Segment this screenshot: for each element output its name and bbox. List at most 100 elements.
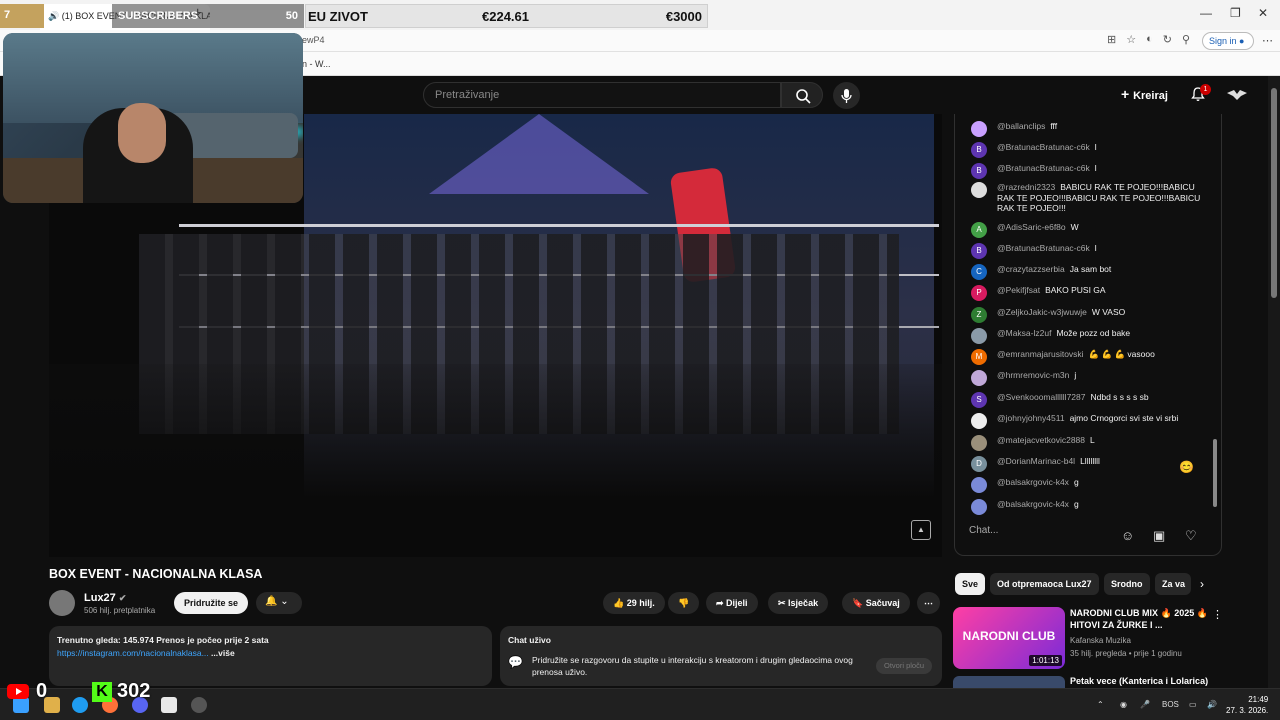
chat-author[interactable]: @ballanclips (997, 121, 1045, 131)
volume-icon[interactable]: 🔊 (1207, 700, 1217, 709)
clip-button[interactable]: ✂ Isječak (768, 592, 829, 614)
chip-all[interactable]: Sve (955, 573, 986, 595)
super-chat-icon[interactable]: ▣ (1153, 528, 1165, 544)
minimize-icon[interactable]: — (1200, 6, 1212, 20)
system-clock[interactable]: 21:49 27. 3. 2026. (1226, 694, 1268, 716)
chat-avatar[interactable] (971, 499, 987, 515)
recommended-thumbnail[interactable] (953, 676, 1065, 688)
chat-author[interactable]: @Maksa-lz2uf (997, 328, 1051, 338)
chip-from-uploader[interactable]: Od otpremaoca Lux27 (990, 573, 1099, 595)
chat-message[interactable]: @johnyjohny4511 ajmo Crnogorci svi ste vi… (971, 413, 1203, 429)
more-icon[interactable]: ⋯ (1262, 34, 1273, 47)
url-field[interactable]: ewP4 (302, 35, 325, 45)
chat-scrollbar[interactable] (1213, 439, 1217, 507)
chat-avatar[interactable]: C (971, 264, 987, 280)
chat-avatar[interactable] (971, 435, 987, 451)
chat-author[interactable]: @AdisSaric-e6f8o (997, 222, 1066, 232)
create-button[interactable]: + Kreiraj (1121, 86, 1168, 102)
more-actions-button[interactable]: ⋯ (917, 592, 940, 614)
chat-avatar[interactable]: B (971, 163, 987, 179)
chat-message[interactable]: @hrmremovic-m3n j (971, 370, 1203, 386)
monitor-icon[interactable]: ▭ (1189, 700, 1197, 709)
chat-author[interactable]: @BratunacBratunac-c6k (997, 163, 1090, 173)
chat-author[interactable]: @crazytazzserbia (997, 264, 1065, 274)
app-icon[interactable]: ⊞ (1107, 33, 1116, 46)
chat-author[interactable]: @balsakrgovic-k4x (997, 477, 1069, 487)
chat-author[interactable]: @Svenkooomallllll7287 (997, 392, 1085, 402)
refresh-icon[interactable]: ↻ (1163, 33, 1172, 46)
chat-message[interactable]: @ballanclips fff (971, 121, 1203, 137)
chat-avatar[interactable]: S (971, 392, 987, 408)
extension-icon[interactable]: ◐ (1146, 33, 1153, 46)
chat-message[interactable]: D @DorianMarinac-b4l Lllllllll (971, 456, 1203, 472)
more-vertical-icon[interactable]: ⋮ (1212, 608, 1223, 621)
dislike-button[interactable]: 👎 (668, 592, 700, 614)
chat-message[interactable]: B @BratunacBratunac-c6k l (971, 243, 1203, 259)
recommended-title[interactable]: Petak vece (Kanterica i Lolarica) (1070, 676, 1208, 686)
emoji-picker-icon[interactable]: ☺ (1121, 528, 1134, 543)
chat-avatar[interactable] (971, 413, 987, 429)
chat-author[interactable]: @BratunacBratunac-c6k (997, 142, 1090, 152)
chat-message[interactable]: @matejacvetkovic2888 L (971, 435, 1203, 451)
page-scrollbar[interactable] (1268, 76, 1280, 688)
voice-search-button[interactable] (833, 82, 860, 109)
show-more-link[interactable]: ...više (211, 648, 235, 658)
account-avatar[interactable] (1226, 85, 1248, 105)
chat-avatar[interactable] (971, 477, 987, 493)
chat-avatar[interactable]: A (971, 222, 987, 238)
chat-avatar[interactable]: M (971, 349, 987, 365)
chat-author[interactable]: @hrmremovic-m3n (997, 370, 1069, 380)
search-button[interactable] (781, 82, 823, 108)
chat-author[interactable]: @Pekifjfsat (997, 285, 1040, 295)
obs-icon[interactable] (161, 697, 177, 713)
recommended-thumbnail[interactable]: NARODNI CLUB 1:01:13 (953, 607, 1065, 669)
join-button[interactable]: Pridružite se (174, 592, 248, 614)
puzzle-icon[interactable]: ⚲ (1182, 33, 1190, 46)
like-button[interactable]: 👍 29 hilj. (603, 592, 665, 614)
chat-message[interactable]: @balsakrgovic-k4x g (971, 477, 1203, 493)
settings-icon[interactable] (191, 697, 207, 713)
chat-message[interactable]: M @emranmajarusitovski 💪 💪 💪 vasooo (971, 349, 1203, 365)
microphone-tray-icon[interactable]: 🎤 (1140, 700, 1150, 709)
language-indicator[interactable]: BOS (1162, 700, 1179, 709)
chat-message[interactable]: Z @ZeljkoJakic-w3jwuwje W VASO (971, 307, 1203, 323)
chat-author[interactable]: @matejacvetkovic2888 (997, 435, 1085, 445)
sign-in-button[interactable]: Sign in ● (1202, 32, 1254, 50)
chat-message[interactable]: B @BratunacBratunac-c6k l (971, 142, 1203, 158)
channel-name[interactable]: Lux27 ✔ (84, 592, 126, 604)
chat-message[interactable]: P @Pekifjfsat BAKO PUSI GA (971, 285, 1203, 301)
chip-for-you[interactable]: Za va (1155, 573, 1191, 595)
channel-avatar[interactable] (49, 590, 75, 616)
chat-author[interactable]: @razredni2323 (997, 182, 1055, 192)
chat-avatar[interactable]: D (971, 456, 987, 472)
channel-watermark-icon[interactable]: ▲ (911, 520, 931, 540)
chat-author[interactable]: @balsakrgovic-k4x (997, 499, 1069, 509)
heart-icon[interactable]: ♡ (1185, 528, 1197, 544)
chat-message[interactable]: C @crazytazzserbia Ja sam bot (971, 264, 1203, 280)
chat-message[interactable]: A @AdisSaric-e6f8o W (971, 222, 1203, 238)
chat-avatar[interactable] (971, 121, 987, 137)
close-icon[interactable]: ✕ (1258, 6, 1268, 20)
chat-avatar[interactable]: B (971, 243, 987, 259)
chat-author[interactable]: @johnyjohny4511 (997, 413, 1065, 423)
chat-message[interactable]: @balsakrgovic-k4x g (971, 499, 1203, 515)
search-input[interactable]: Pretraživanje (423, 82, 781, 108)
network-icon[interactable]: ◉ (1120, 700, 1127, 709)
open-panel-button[interactable]: Otvori ploču (876, 658, 932, 674)
chat-avatar[interactable] (971, 328, 987, 344)
chat-message[interactable]: @Maksa-lz2uf Može pozz od bake (971, 328, 1203, 344)
chat-author[interactable]: @ZeljkoJakic-w3jwuwje (997, 307, 1087, 317)
chat-author[interactable]: @BratunacBratunac-c6k (997, 243, 1090, 253)
video-description[interactable]: Trenutno gleda: 145.974 Prenos je počeo … (49, 626, 492, 686)
chat-message[interactable]: S @Svenkooomallllll7287 Ndbd s s s s sb (971, 392, 1203, 408)
chat-message[interactable]: B @BratunacBratunac-c6k l (971, 163, 1203, 179)
scrollbar-thumb[interactable] (1271, 88, 1277, 298)
recommended-title[interactable]: NARODNI CLUB MIX 🔥 2025 🔥 HITOVI ZA ŽURK… (1070, 607, 1208, 631)
chat-avatar[interactable] (971, 182, 987, 198)
chip-related[interactable]: Srodno (1104, 573, 1150, 595)
chevron-right-icon[interactable]: › (1200, 577, 1204, 591)
favorite-link[interactable]: n - W... (302, 59, 331, 69)
maximize-icon[interactable]: ❐ (1230, 6, 1241, 20)
chat-avatar[interactable]: B (971, 142, 987, 158)
save-button[interactable]: 🔖 Sačuvaj (842, 592, 910, 614)
